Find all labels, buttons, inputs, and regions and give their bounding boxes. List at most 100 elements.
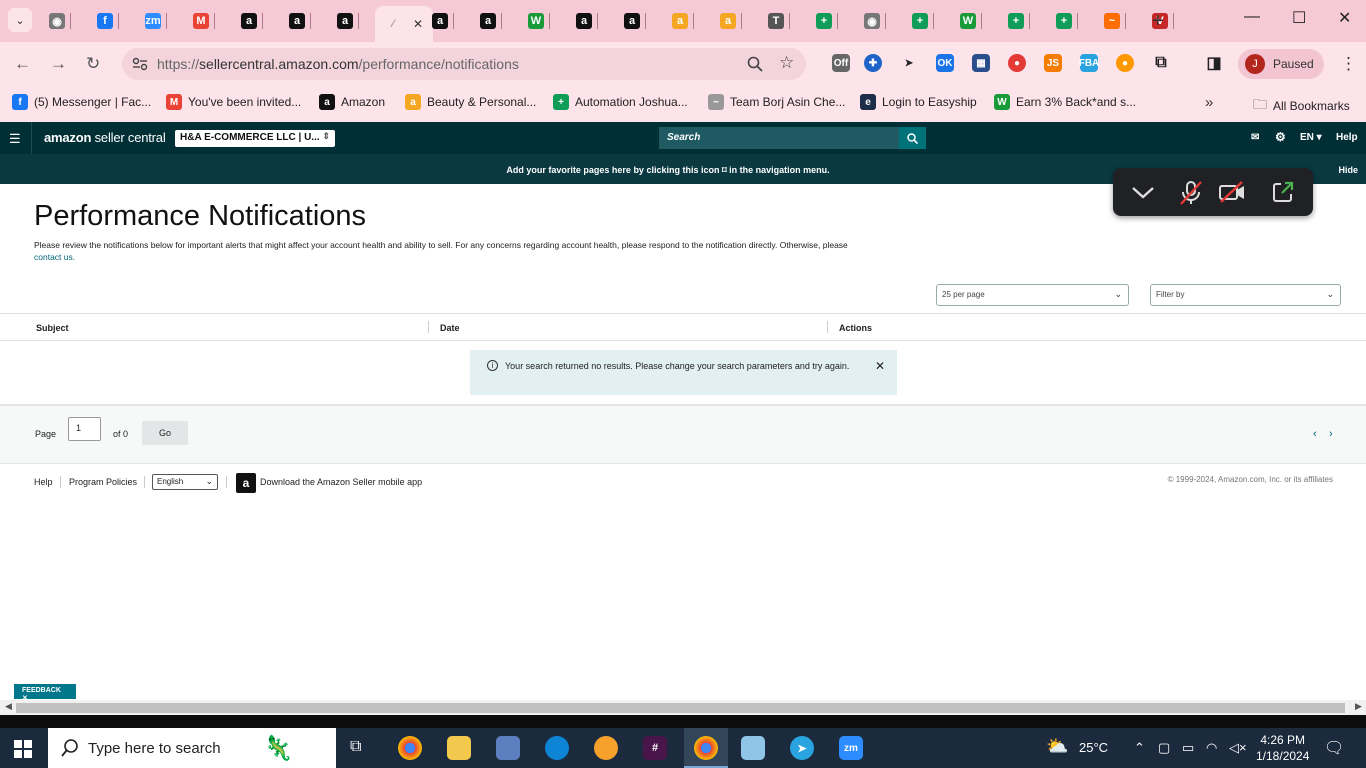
- gear-icon[interactable]: ⚙: [1275, 130, 1286, 144]
- contact-us-link[interactable]: contact us.: [34, 252, 75, 262]
- close-alert-icon[interactable]: ✕: [875, 359, 885, 373]
- reload-icon[interactable]: ↻: [86, 54, 100, 74]
- browser-tab[interactable]: ◉: [864, 8, 886, 34]
- bookmark-item[interactable]: e Login to Easyship: [860, 94, 977, 110]
- footer-help-link[interactable]: Help: [34, 477, 53, 487]
- extension-icon[interactable]: ➤: [900, 54, 918, 72]
- menu-hamburger-icon[interactable]: ☰: [9, 131, 21, 147]
- mail-icon[interactable]: ✉: [1251, 132, 1259, 143]
- notepad-icon[interactable]: [741, 736, 765, 760]
- bookmark-item[interactable]: + Automation Joshua...: [553, 94, 688, 110]
- help-link[interactable]: Help: [1336, 132, 1358, 143]
- wifi-icon[interactable]: ◠: [1206, 740, 1217, 756]
- extension-icon[interactable]: ●: [1008, 54, 1026, 72]
- taskbar-search-input[interactable]: Type here to search 🦎: [48, 728, 336, 768]
- browser-tab[interactable]: +: [1056, 8, 1078, 34]
- notifications-icon[interactable]: 🗨: [1324, 738, 1344, 758]
- extension-fba-icon[interactable]: FBA: [1079, 54, 1099, 72]
- program-policies-link[interactable]: Program Policies: [69, 477, 137, 487]
- scrollbar-thumb[interactable]: [16, 703, 1345, 713]
- meet-now-icon[interactable]: ▢: [1158, 740, 1170, 756]
- browser-tab[interactable]: a: [480, 8, 502, 34]
- minimize-button[interactable]: —: [1244, 8, 1260, 26]
- extension-icon[interactable]: ✚: [864, 54, 882, 72]
- weather-icon[interactable]: ⛅: [1046, 736, 1068, 757]
- browser-tab[interactable]: a: [337, 8, 359, 34]
- bookmark-item[interactable]: a Amazon: [319, 94, 385, 110]
- scroll-left-icon[interactable]: ◀: [5, 701, 12, 712]
- address-bar[interactable]: https://sellercentral.amazon.com/perform…: [122, 48, 806, 80]
- per-page-select[interactable]: 25 per page ⌄: [936, 284, 1129, 306]
- close-tab-icon[interactable]: ✕: [413, 17, 423, 31]
- browser-menu-icon[interactable]: ⋮: [1340, 54, 1357, 74]
- browser-tab[interactable]: f: [97, 8, 119, 34]
- extensions-puzzle-icon[interactable]: ⧉: [1152, 54, 1170, 72]
- language-selector[interactable]: EN ▾: [1300, 132, 1322, 143]
- browser-tab[interactable]: +: [816, 8, 838, 34]
- bookmark-item[interactable]: f (5) Messenger | Fac...: [12, 94, 151, 110]
- horizontal-scrollbar[interactable]: ◀ ▶: [0, 700, 1366, 715]
- seller-central-logo[interactable]: amazon seller central: [44, 130, 166, 145]
- browser-tab[interactable]: a: [624, 8, 646, 34]
- browser-tab[interactable]: M: [193, 8, 215, 34]
- browser-tab[interactable]: a: [432, 8, 454, 34]
- download-app-link[interactable]: Download the Amazon Seller mobile app: [260, 477, 422, 487]
- column-date[interactable]: Date: [440, 323, 460, 333]
- close-window-button[interactable]: ✕: [1338, 8, 1351, 28]
- volume-muted-icon[interactable]: ◁×: [1229, 740, 1247, 756]
- hide-link[interactable]: Hide: [1338, 165, 1358, 175]
- extension-js-icon[interactable]: JS: [1044, 54, 1062, 72]
- column-subject[interactable]: Subject: [36, 323, 69, 333]
- clock[interactable]: 4:26 PM 1/18/2024: [1256, 732, 1309, 764]
- browser-tab[interactable]: ◉: [49, 8, 71, 34]
- filter-select[interactable]: Filter by ⌄: [1150, 284, 1341, 306]
- page-number-input[interactable]: 1: [68, 417, 101, 441]
- profile-button[interactable]: J Paused: [1238, 49, 1324, 79]
- zoom-icon[interactable]: [747, 56, 763, 72]
- go-button[interactable]: Go: [142, 421, 188, 445]
- extension-icon[interactable]: ▦: [972, 54, 990, 72]
- forward-icon[interactable]: →: [50, 54, 67, 74]
- next-page-icon[interactable]: ›: [1329, 428, 1333, 440]
- all-bookmarks-button[interactable]: 🗀 All Bookmarks: [1253, 94, 1350, 118]
- browser-tab[interactable]: a: [289, 8, 311, 34]
- bookmark-star-icon[interactable]: ☆: [779, 53, 794, 73]
- prev-page-icon[interactable]: ‹: [1313, 428, 1317, 440]
- search-input[interactable]: Search: [659, 127, 900, 149]
- tray-chevron-up-icon[interactable]: ⌃: [1134, 740, 1145, 756]
- maximize-button[interactable]: ☐: [1292, 8, 1306, 28]
- extension-icon[interactable]: ●: [1116, 54, 1134, 72]
- back-icon[interactable]: ←: [14, 54, 31, 74]
- extension-off-icon[interactable]: Off: [832, 54, 850, 72]
- scroll-right-icon[interactable]: ▶: [1355, 701, 1362, 712]
- zoom-app-icon[interactable]: zm: [839, 736, 863, 760]
- account-selector[interactable]: H&A E-COMMERCE LLC | U... ⇕: [175, 130, 335, 147]
- slack-icon[interactable]: #: [643, 736, 667, 760]
- bookmark-item[interactable]: ~ Team Borj Asin Che...: [708, 94, 845, 110]
- bookmark-item[interactable]: W Earn 3% Back*and s...: [994, 94, 1136, 110]
- browser-tab[interactable]: a: [241, 8, 263, 34]
- return-to-call-icon[interactable]: [1271, 180, 1295, 204]
- site-info-icon[interactable]: [132, 57, 148, 71]
- telegram-icon[interactable]: ➤: [790, 736, 814, 760]
- tab-search-button[interactable]: ⌄: [8, 8, 32, 32]
- browser-tab[interactable]: +: [912, 8, 934, 34]
- chevron-down-icon[interactable]: [1131, 184, 1155, 200]
- edge-icon[interactable]: [545, 736, 569, 760]
- amazon-app-icon[interactable]: a: [236, 473, 256, 493]
- task-view-icon[interactable]: ⧉: [350, 738, 361, 756]
- weather-temp[interactable]: 25°C: [1079, 740, 1108, 755]
- bookmark-item[interactable]: a Beauty & Personal...: [405, 94, 536, 110]
- bookmark-item[interactable]: M You've been invited...: [166, 94, 301, 110]
- browser-tab[interactable]: a: [720, 8, 742, 34]
- browser-tab-active[interactable]: ⁄ ✕: [375, 6, 434, 42]
- browser-tab[interactable]: W: [960, 8, 982, 34]
- vpn-shield-icon[interactable]: [594, 736, 618, 760]
- browser-tab[interactable]: +: [1008, 8, 1030, 34]
- footer-language-select[interactable]: English ⌄: [152, 474, 218, 490]
- windows-start-icon[interactable]: [14, 740, 32, 758]
- new-tab-button[interactable]: +: [1152, 10, 1164, 33]
- browser-tab[interactable]: T: [768, 8, 790, 34]
- browser-tab[interactable]: ~: [1104, 8, 1126, 34]
- mic-off-icon[interactable]: [1179, 180, 1203, 206]
